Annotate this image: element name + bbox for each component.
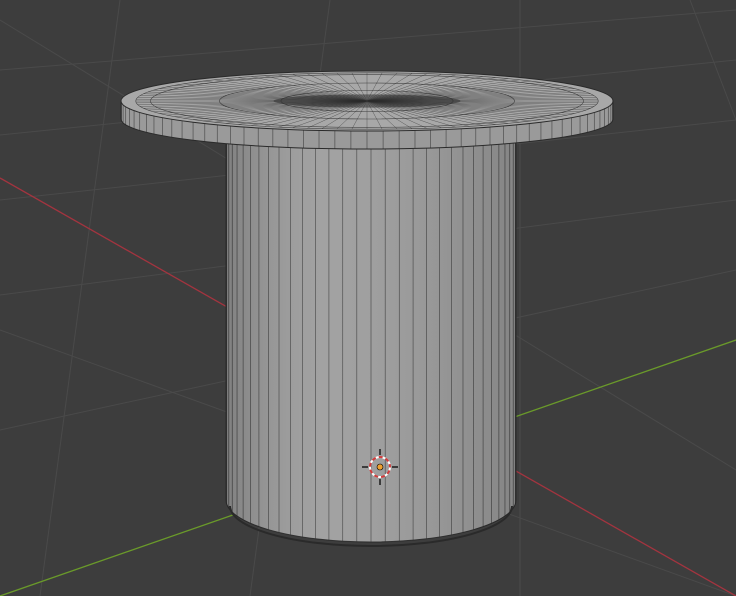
grid-line (0, 9, 736, 71)
grid-line (39, 0, 121, 596)
grid-line (689, 0, 736, 121)
body-shading (226, 135, 516, 542)
flange-cap[interactable] (120, 70, 614, 150)
cylinder-wireframe (225, 135, 517, 542)
object-origin-icon (376, 463, 384, 471)
cylinder-object[interactable] (120, 70, 614, 547)
viewport-canvas[interactable] (0, 0, 736, 596)
3d-viewport[interactable] (0, 0, 736, 596)
